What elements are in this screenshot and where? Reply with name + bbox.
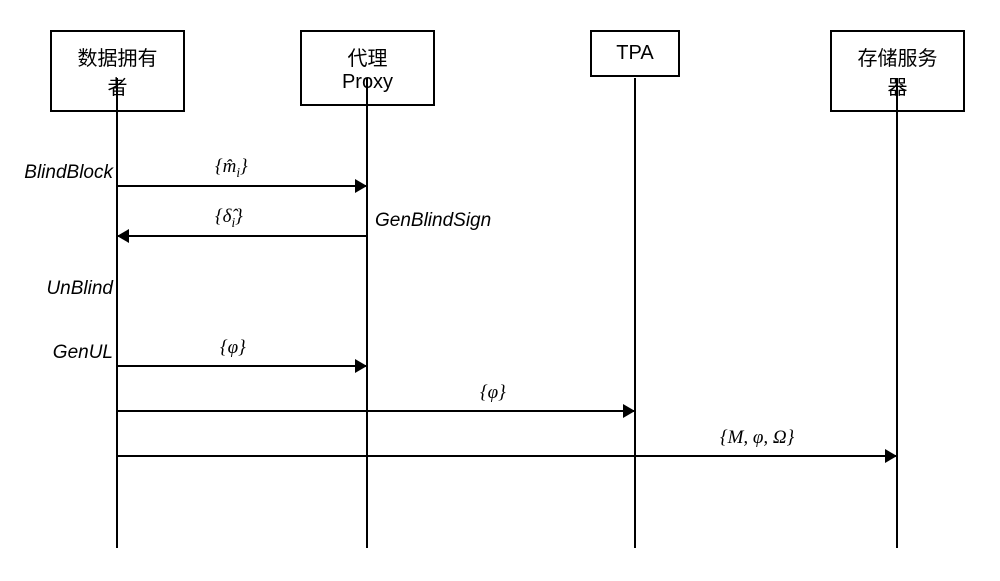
msg-mhat: [118, 185, 366, 187]
lifeline-owner: [116, 78, 118, 548]
msg-final: [118, 455, 896, 457]
lifeline-proxy: [366, 78, 368, 548]
msg-mhat-label: {m̂i}: [215, 156, 248, 181]
lifeline-server: [896, 78, 898, 548]
label-blindblock: BlindBlock: [3, 162, 113, 184]
msg-phi-proxy-label: {φ}: [220, 337, 246, 359]
msg-phi-tpa-label: {φ}: [480, 382, 506, 404]
msg-phi-proxy: [118, 365, 366, 367]
label-unblind: UnBlind: [13, 278, 113, 300]
lifeline-tpa: [634, 78, 636, 548]
msg-phi-tpa: [118, 410, 634, 412]
participant-tpa-label: TPA: [616, 42, 653, 64]
label-genul: GenUL: [13, 342, 113, 364]
msg-deltahat-label: {δ̂i}: [215, 206, 243, 231]
participant-tpa: TPA: [590, 30, 680, 77]
msg-deltahat: [118, 235, 366, 237]
msg-final-label: {M, φ, Ω}: [720, 427, 794, 449]
sequence-diagram: 数据拥有者 代理Proxy TPA 存储服务器 BlindBlock {m̂i}…: [50, 30, 950, 550]
label-genblindsign: GenBlindSign: [375, 210, 491, 232]
